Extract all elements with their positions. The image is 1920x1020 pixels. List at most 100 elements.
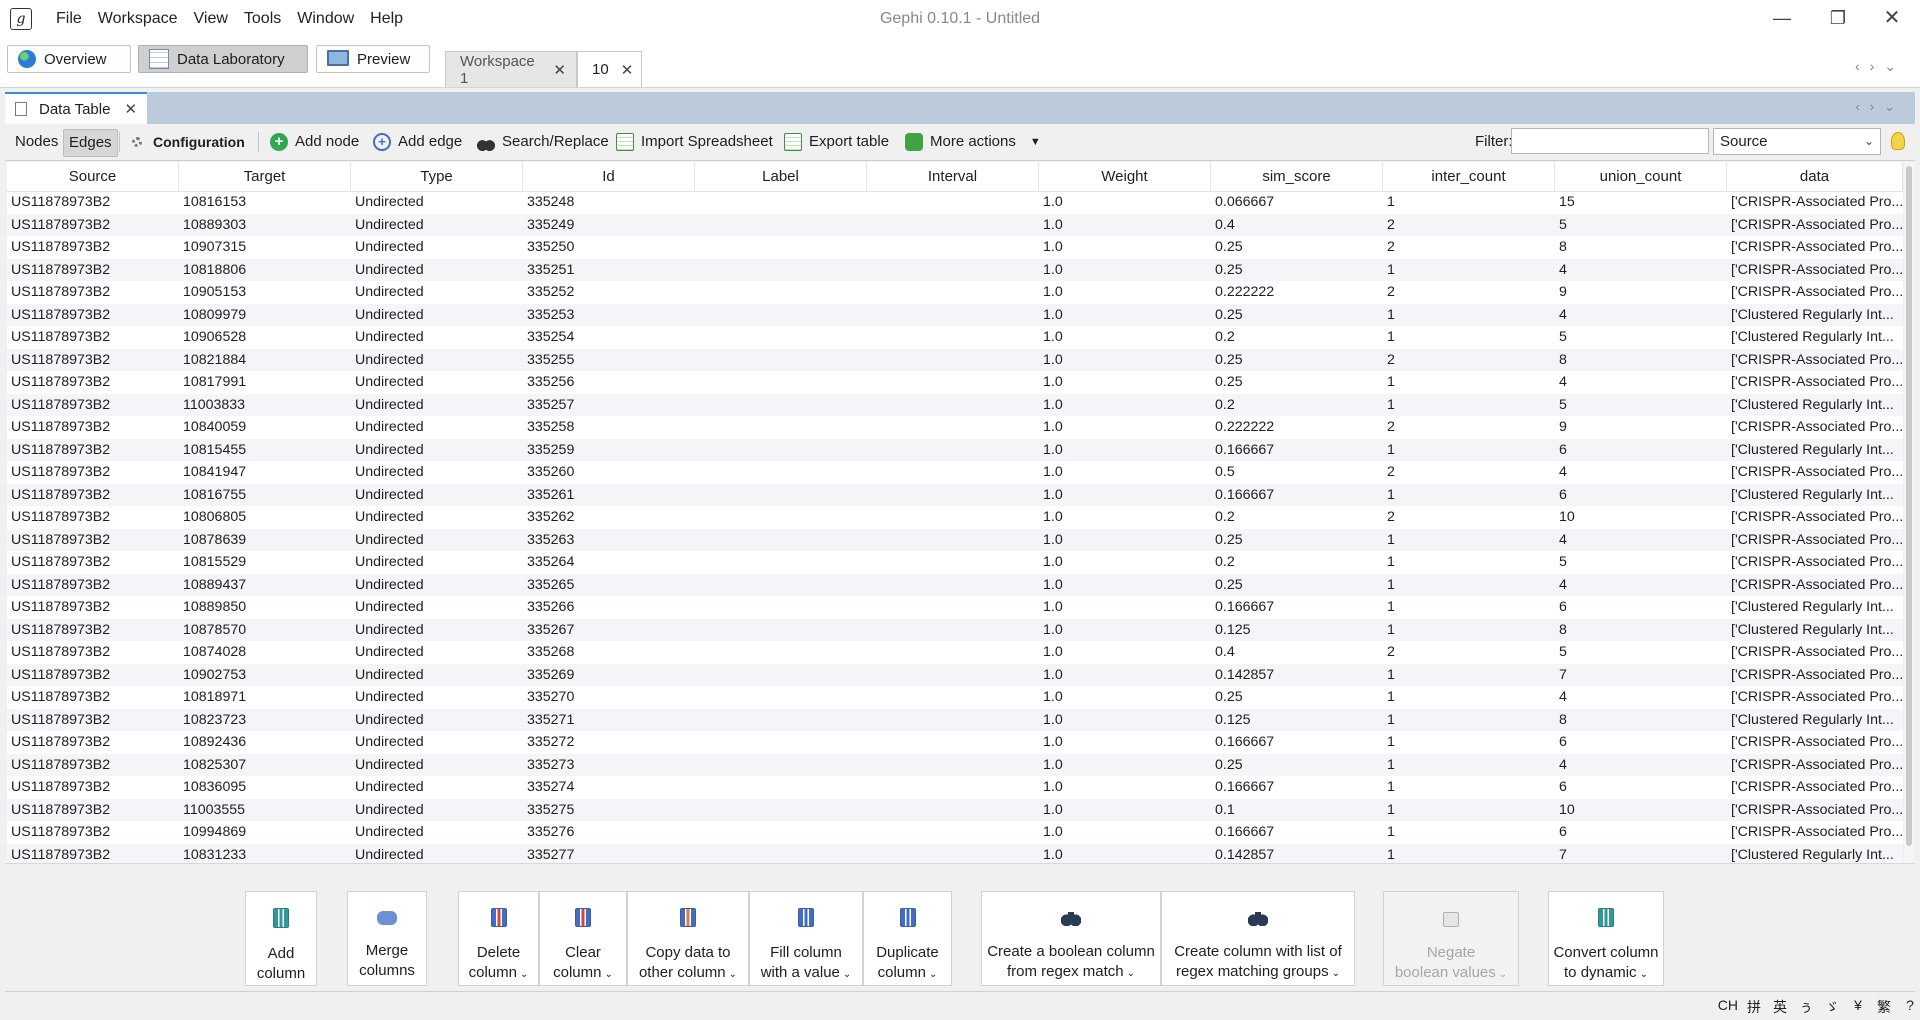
scrollbar-thumb[interactable]	[1906, 166, 1912, 846]
table-row[interactable]: US11878973B2 10831233 Undirected 335277 1.0 0…	[7, 843, 1903, 864]
cell-id[interactable]: 335253	[523, 304, 695, 327]
more-actions-button[interactable]: More actions ▼	[905, 124, 1041, 160]
cell-label[interactable]	[695, 776, 867, 799]
cell-data[interactable]: ['CRISPR-Associated Pro...	[1727, 821, 1903, 844]
cell-id[interactable]: 335275	[523, 799, 695, 822]
cell-inter-count[interactable]: 1	[1383, 371, 1555, 394]
cell-target[interactable]: 10823723	[179, 709, 351, 732]
cell-inter-count[interactable]: 1	[1383, 484, 1555, 507]
cell-id[interactable]: 335265	[523, 574, 695, 597]
cell-data[interactable]: ['Clustered Regularly Int...	[1727, 326, 1903, 349]
cell-type[interactable]: Undirected	[351, 731, 523, 754]
cell-data[interactable]: ['CRISPR-Associated Pro...	[1727, 731, 1903, 754]
cell-interval[interactable]	[867, 326, 1039, 349]
column-header-source[interactable]: Source	[7, 162, 179, 191]
cell-source[interactable]: US11878973B2	[7, 439, 179, 462]
cell-sim-score[interactable]: 0.5	[1211, 461, 1383, 484]
table-row[interactable]: US11878973B2 10889303 Undirected 335249 1.0 0…	[7, 213, 1903, 237]
cell-interval[interactable]	[867, 844, 1039, 864]
minimize-button[interactable]: —	[1754, 0, 1810, 37]
cell-type[interactable]: Undirected	[351, 551, 523, 574]
cell-interval[interactable]	[867, 259, 1039, 282]
cell-source[interactable]: US11878973B2	[7, 619, 179, 642]
ime-indicator[interactable]: ぅ	[1796, 997, 1816, 1017]
cell-inter-count[interactable]: 1	[1383, 686, 1555, 709]
cell-data[interactable]: ['CRISPR-Associated Pro...	[1727, 416, 1903, 439]
cell-weight[interactable]: 1.0	[1039, 461, 1211, 484]
cell-weight[interactable]: 1.0	[1039, 281, 1211, 304]
cell-weight[interactable]: 1.0	[1039, 304, 1211, 327]
cell-source[interactable]: US11878973B2	[7, 529, 179, 552]
tab-navigation-arrows[interactable]: ‹›⌄	[1855, 58, 1906, 75]
column-header-interval[interactable]: Interval	[867, 162, 1039, 191]
cell-sim-score[interactable]: 0.25	[1211, 371, 1383, 394]
cell-type[interactable]: Undirected	[351, 821, 523, 844]
cell-union-count[interactable]: 8	[1555, 349, 1727, 372]
add-edge-button[interactable]: + Add edge	[373, 124, 462, 160]
cell-source[interactable]: US11878973B2	[7, 281, 179, 304]
menu-file[interactable]: File	[48, 0, 90, 37]
cell-interval[interactable]	[867, 281, 1039, 304]
column-header-data[interactable]: data	[1727, 162, 1903, 191]
cell-sim-score[interactable]: 0.166667	[1211, 821, 1383, 844]
ime-indicator[interactable]: ¥	[1848, 997, 1868, 1017]
table-row[interactable]: US11878973B2 10836095 Undirected 335274 1.0 0…	[7, 776, 1903, 799]
boolean-regex-button[interactable]: Create a boolean column from regex match ⌄	[981, 891, 1161, 986]
cell-union-count[interactable]: 5	[1555, 214, 1727, 237]
cell-interval[interactable]	[867, 619, 1039, 642]
cell-sim-score[interactable]: 0.25	[1211, 574, 1383, 597]
cell-inter-count[interactable]: 2	[1383, 236, 1555, 259]
cell-type[interactable]: Undirected	[351, 236, 523, 259]
cell-sim-score[interactable]: 0.25	[1211, 304, 1383, 327]
cell-label[interactable]	[695, 484, 867, 507]
cell-type[interactable]: Undirected	[351, 529, 523, 552]
cell-inter-count[interactable]: 1	[1383, 439, 1555, 462]
cell-interval[interactable]	[867, 776, 1039, 799]
cell-source[interactable]: US11878973B2	[7, 304, 179, 327]
cell-weight[interactable]: 1.0	[1039, 551, 1211, 574]
table-row[interactable]: US11878973B2 10825307 Undirected 335273 1.0 0…	[7, 753, 1903, 777]
table-row[interactable]: US11878973B2 10818806 Undirected 335251 1.0 0…	[7, 258, 1903, 282]
cell-id[interactable]: 335254	[523, 326, 695, 349]
cell-interval[interactable]	[867, 574, 1039, 597]
cell-union-count[interactable]: 6	[1555, 731, 1727, 754]
merge-columns-button[interactable]: Merge columns	[347, 891, 427, 986]
cell-source[interactable]: US11878973B2	[7, 574, 179, 597]
cell-weight[interactable]: 1.0	[1039, 484, 1211, 507]
cell-target[interactable]: 10815529	[179, 551, 351, 574]
tab-data-table[interactable]: Data Table ✕	[5, 92, 148, 124]
cell-type[interactable]: Undirected	[351, 191, 523, 214]
cell-sim-score[interactable]: 0.25	[1211, 529, 1383, 552]
cell-data[interactable]: ['CRISPR-Associated Pro...	[1727, 281, 1903, 304]
cell-id[interactable]: 335269	[523, 664, 695, 687]
table-row[interactable]: US11878973B2 10816755 Undirected 335261 1.0 0…	[7, 483, 1903, 507]
cell-label[interactable]	[695, 844, 867, 864]
cell-data[interactable]: ['CRISPR-Associated Pro...	[1727, 754, 1903, 777]
ime-indicator[interactable]: 拼	[1744, 997, 1764, 1017]
import-spreadsheet-button[interactable]: Import Spreadsheet	[616, 124, 773, 160]
cell-type[interactable]: Undirected	[351, 259, 523, 282]
cell-union-count[interactable]: 4	[1555, 304, 1727, 327]
cell-source[interactable]: US11878973B2	[7, 754, 179, 777]
cell-union-count[interactable]: 6	[1555, 821, 1727, 844]
cell-inter-count[interactable]: 2	[1383, 281, 1555, 304]
cell-union-count[interactable]: 4	[1555, 461, 1727, 484]
cell-union-count[interactable]: 6	[1555, 439, 1727, 462]
cell-inter-count[interactable]: 1	[1383, 844, 1555, 864]
cell-sim-score[interactable]: 0.4	[1211, 214, 1383, 237]
cell-target[interactable]: 10816153	[179, 191, 351, 214]
cell-union-count[interactable]: 8	[1555, 236, 1727, 259]
overview-button[interactable]: Overview	[7, 45, 131, 73]
cell-data[interactable]: ['CRISPR-Associated Pro...	[1727, 664, 1903, 687]
cell-label[interactable]	[695, 596, 867, 619]
cell-inter-count[interactable]: 2	[1383, 461, 1555, 484]
cell-id[interactable]: 335270	[523, 686, 695, 709]
table-row[interactable]: US11878973B2 11003833 Undirected 335257 1.0 0…	[7, 393, 1903, 416]
cell-inter-count[interactable]: 2	[1383, 416, 1555, 439]
cell-sim-score[interactable]: 0.125	[1211, 619, 1383, 642]
cell-inter-count[interactable]: 1	[1383, 259, 1555, 282]
cell-target[interactable]: 10994869	[179, 821, 351, 844]
table-row[interactable]: US11878973B2 10892436 Undirected 335272 1.0 0…	[7, 731, 1903, 754]
cell-label[interactable]	[695, 799, 867, 822]
cell-interval[interactable]	[867, 641, 1039, 664]
